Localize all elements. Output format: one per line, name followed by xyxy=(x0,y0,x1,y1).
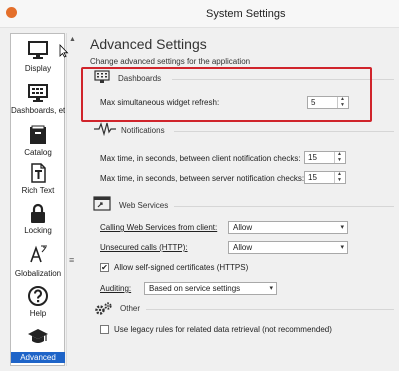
app-logo-icon[interactable] xyxy=(6,7,17,18)
server-notification-label: Max time, in seconds, between server not… xyxy=(100,174,305,183)
section-title-other: Other xyxy=(120,304,141,313)
sidebar-item-label: Advanced xyxy=(11,352,65,363)
page-subtitle: Change advanced settings for the applica… xyxy=(90,57,251,66)
section-title-web-services: Web Services xyxy=(119,201,169,210)
scroll-grip-icon[interactable]: ≡ xyxy=(69,255,74,265)
sidebar-item-label: Help xyxy=(29,309,47,318)
sidebar-item-label: Catalog xyxy=(24,148,52,157)
title-bar: System Settings xyxy=(0,0,399,28)
pulse-icon xyxy=(94,122,116,136)
legacy-rules-checkbox[interactable] xyxy=(100,325,109,334)
sidebar-item-locking[interactable]: Locking xyxy=(11,202,65,242)
sidebar-item-label: Display xyxy=(24,64,52,73)
sidebar-item-help[interactable]: Help xyxy=(11,285,65,325)
mouse-cursor-icon xyxy=(59,44,69,58)
sidebar-scrollbar[interactable]: ▲ ≡ xyxy=(66,33,80,366)
globalization-icon xyxy=(30,245,47,263)
catalog-icon xyxy=(30,125,46,144)
sidebar-item-label: Dashboards, etc. xyxy=(11,106,65,115)
window-title: System Settings xyxy=(206,8,286,20)
spin-down-icon[interactable]: ▼ xyxy=(337,158,342,163)
chevron-down-icon: ▾ xyxy=(340,224,344,231)
help-icon xyxy=(28,286,48,306)
sidebar-item-display[interactable]: Display xyxy=(11,39,65,79)
self-signed-checkbox[interactable]: ✔ xyxy=(100,263,109,272)
web-services-icon xyxy=(93,196,111,211)
dashboard-icon xyxy=(28,84,48,102)
spin-down-icon[interactable]: ▼ xyxy=(337,178,342,183)
sidebar-item-label: Rich Text xyxy=(21,186,55,195)
auditing-dropdown[interactable]: Based on service settings ▾ xyxy=(144,282,277,295)
section-divider xyxy=(174,131,394,132)
section-divider xyxy=(146,309,394,310)
client-notification-label: Max time, in seconds, between client not… xyxy=(100,154,301,163)
graduation-cap-icon xyxy=(28,329,48,343)
unsecured-calls-dropdown[interactable]: Allow ▾ xyxy=(228,241,348,254)
legacy-rules-label: Use legacy rules for related data retrie… xyxy=(114,325,332,334)
sidebar-item-label: Globalization xyxy=(14,269,62,278)
calling-web-services-label: Calling Web Services from client: xyxy=(100,223,218,232)
gears-icon xyxy=(95,302,112,315)
self-signed-label: Allow self-signed certificates (HTTPS) xyxy=(114,263,249,272)
unsecured-calls-label: Unsecured calls (HTTP): xyxy=(100,243,188,252)
section-divider xyxy=(174,206,394,207)
sidebar-item-label: Locking xyxy=(24,226,52,235)
sidebar-item-dashboards[interactable]: Dashboards, etc. xyxy=(11,82,65,122)
lock-icon xyxy=(31,203,45,223)
page-title: Advanced Settings xyxy=(90,36,207,52)
settings-sidebar: Display Dashboards, etc. Catalog Rich Te… xyxy=(10,33,65,366)
auditing-label: Auditing: xyxy=(100,284,132,293)
chevron-up-icon[interactable]: ▲ xyxy=(69,36,76,43)
calling-web-services-dropdown[interactable]: Allow ▾ xyxy=(228,221,348,234)
client-notification-stepper[interactable]: 15 ▲ ▼ xyxy=(304,151,346,164)
chevron-down-icon: ▾ xyxy=(340,244,344,251)
monitor-icon xyxy=(28,41,48,59)
dashboards-highlight-box xyxy=(81,67,372,122)
rich-text-icon xyxy=(31,163,46,183)
sidebar-item-globalization[interactable]: Globalization xyxy=(11,243,65,283)
server-notification-stepper[interactable]: 15 ▲ ▼ xyxy=(304,171,346,184)
sidebar-item-rich-text[interactable]: Rich Text xyxy=(11,162,65,202)
sidebar-item-catalog[interactable]: Catalog xyxy=(11,124,65,164)
sidebar-item-advanced[interactable]: Advanced xyxy=(11,326,65,366)
chevron-down-icon: ▾ xyxy=(269,285,273,292)
section-title-notifications: Notifications xyxy=(121,126,165,135)
